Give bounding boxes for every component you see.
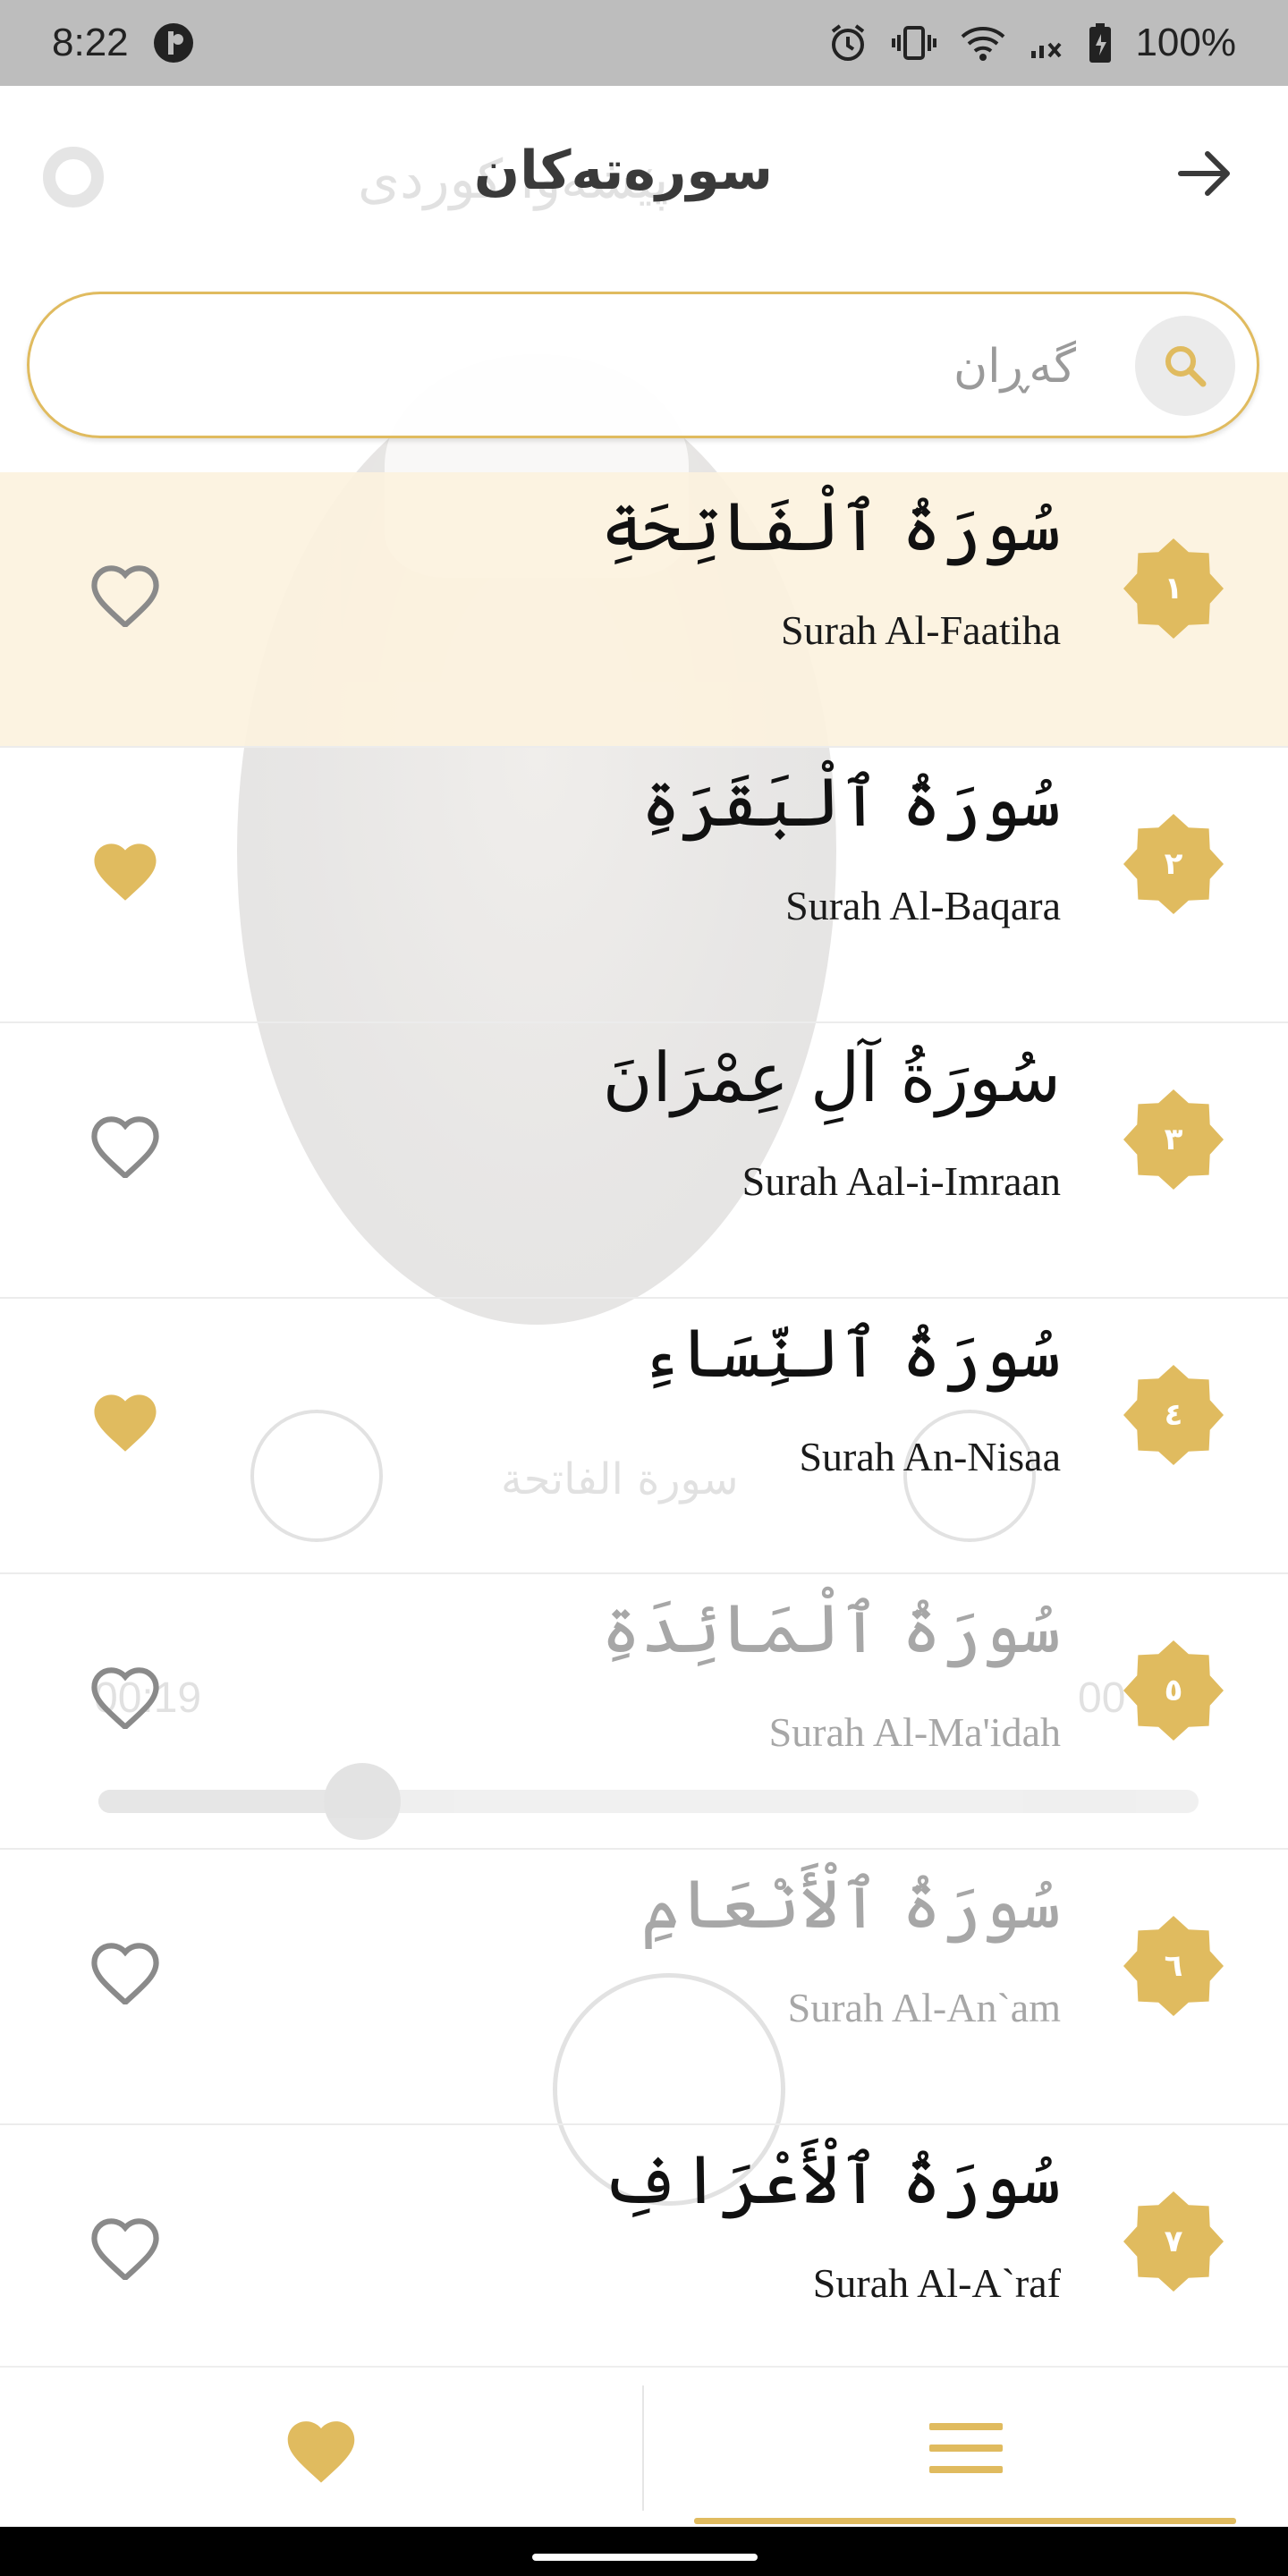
battery-percent: 100% [1135, 21, 1236, 64]
surah-number-badge: ٤ [1122, 1363, 1225, 1467]
heart-icon [287, 2421, 355, 2483]
surah-english-name: Surah Al-Ma'idah [768, 1709, 1061, 1755]
bottom-nav [0, 2366, 1288, 2529]
surah-row[interactable]: سُورَةُ ٱلْأَنْعَامِ Surah Al-An`am ٦ [0, 1850, 1288, 2125]
heart-outline-icon [91, 1943, 159, 2004]
surah-row[interactable]: سُورَةُ ٱلْبَقَرَةِ Surah Al-Baqara ٢ [0, 748, 1288, 1023]
menu-icon [929, 2423, 1003, 2473]
surah-row-content: سُورَةُ ٱلنِّسَاءِ Surah An-Nisaa ٤ [0, 1299, 1288, 1517]
surah-row-content: سُورَةُ ٱلْفَاتِحَةِ Surah Al-Faatiha ١ [0, 472, 1288, 691]
surah-number-badge: ٣ [1122, 1088, 1225, 1191]
nav-favorites-tab[interactable] [0, 2368, 642, 2529]
favorite-button[interactable] [82, 1657, 168, 1733]
favorite-button[interactable] [82, 1106, 168, 1182]
app-header: سورەتەکان [0, 86, 1288, 268]
surah-english-name: Surah An-Nisaa [799, 1434, 1061, 1479]
surah-arabic-name: سُورَةُ ٱلْفَاتِحَةِ [600, 487, 1061, 566]
favorite-button[interactable] [82, 1381, 168, 1458]
surah-number-badge: ٢ [1122, 812, 1225, 916]
search-input[interactable] [135, 330, 1078, 403]
wifi-icon [960, 24, 1006, 62]
vibrate-icon [892, 22, 937, 64]
gesture-handle[interactable] [532, 2554, 758, 2561]
surah-arabic-name: سُورَةُ ٱلْبَقَرَةِ [640, 762, 1061, 842]
heart-filled-icon [94, 843, 157, 901]
surah-number: ٣ [1164, 1122, 1183, 1157]
heart-outline-icon [91, 2218, 159, 2280]
surah-english-name: Surah Al-Baqara [785, 883, 1061, 928]
surah-english-name: Surah Aal-i-Imraan [741, 1158, 1061, 1204]
surah-row[interactable]: سُورَةُ ٱلْمَائِدَةِ Surah Al-Ma'idah ٥ [0, 1574, 1288, 1850]
surah-row[interactable]: سُورَةُ ٱلْفَاتِحَةِ Surah Al-Faatiha ١ [0, 472, 1288, 748]
surah-number-badge: ٥ [1122, 1639, 1225, 1742]
heart-outline-icon [91, 1116, 159, 1178]
cellular-signal-icon [1030, 24, 1065, 62]
nav-surah-list-tab[interactable] [644, 2368, 1288, 2529]
surah-number-badge: ١ [1122, 537, 1225, 640]
surah-english-name: Surah Al-A`raf [812, 2260, 1061, 2306]
system-gesture-bar [0, 2527, 1288, 2576]
surah-number: ٧ [1164, 2224, 1183, 2259]
surah-list: سُورَةُ ٱلْفَاتِحَةِ Surah Al-Faatiha ١ سُو… [0, 472, 1288, 2401]
heart-filled-icon [94, 1394, 157, 1452]
arrow-forward-icon [1178, 151, 1230, 196]
favorite-button[interactable] [82, 555, 168, 631]
surah-row-content: سُورَةُ ٱلْمَائِدَةِ Surah Al-Ma'idah ٥ [0, 1574, 1288, 1792]
search-box [27, 292, 1259, 438]
status-bar: 8:22 100% [0, 0, 1288, 86]
status-time: 8:22 [52, 21, 129, 64]
search-button[interactable] [1135, 316, 1235, 416]
surah-number: ٦ [1164, 1948, 1183, 1984]
surah-arabic-name: سُورَةُ ٱلنِّسَاءِ [640, 1313, 1061, 1393]
heart-outline-icon [91, 1667, 159, 1729]
surah-arabic-name: سُورَةُ ٱلْمَائِدَةِ [600, 1589, 1061, 1668]
surah-number: ٥ [1164, 1673, 1183, 1708]
app-notification-icon [152, 21, 195, 64]
surah-row-content: سُورَةُ آلِ عِمْرَانَ Surah Aal-i-Imraan ٣ [0, 1023, 1288, 1241]
nav-active-indicator [694, 2518, 1236, 2524]
surah-number-badge: ٧ [1122, 2190, 1225, 2293]
surah-row[interactable]: سُورَةُ آلِ عِمْرَانَ Surah Aal-i-Imraan ٣ [0, 1023, 1288, 1299]
favorite-button[interactable] [82, 830, 168, 907]
search-icon [1165, 346, 1207, 387]
surah-arabic-name: سُورَةُ ٱلْأَنْعَامِ [640, 1864, 1061, 1944]
surah-number: ٢ [1164, 846, 1183, 882]
surah-row[interactable]: سُورَةُ ٱلنِّسَاءِ Surah An-Nisaa ٤ [0, 1299, 1288, 1574]
heart-outline-icon [91, 565, 159, 627]
favorite-button[interactable] [82, 1932, 168, 2009]
surah-row[interactable]: سُورَةُ ٱلْأَعْرَافِ Surah Al-A`raf ٧ [0, 2125, 1288, 2401]
surah-row-content: سُورَةُ ٱلْأَعْرَافِ Surah Al-A`raf ٧ [0, 2125, 1288, 2343]
surah-english-name: Surah Al-An`am [787, 1985, 1061, 2030]
surah-arabic-name: سُورَةُ ٱلْأَعْرَافِ [600, 2140, 1061, 2219]
battery-icon [1089, 22, 1112, 64]
surah-number: ١ [1164, 571, 1183, 606]
surah-number: ٤ [1164, 1397, 1183, 1433]
back-button[interactable] [1170, 138, 1241, 209]
surah-english-name: Surah Al-Faatiha [781, 607, 1061, 653]
surah-row-content: سُورَةُ ٱلْأَنْعَامِ Surah Al-An`am ٦ [0, 1850, 1288, 2068]
surah-number-badge: ٦ [1122, 1914, 1225, 2018]
favorite-button[interactable] [82, 2207, 168, 2284]
alarm-icon [827, 22, 869, 64]
page-title: سورەتەکان [473, 140, 773, 202]
surah-arabic-name: سُورَةُ آلِ عِمْرَانَ [602, 1038, 1061, 1117]
surah-row-content: سُورَةُ ٱلْبَقَرَةِ Surah Al-Baqara ٢ [0, 748, 1288, 966]
